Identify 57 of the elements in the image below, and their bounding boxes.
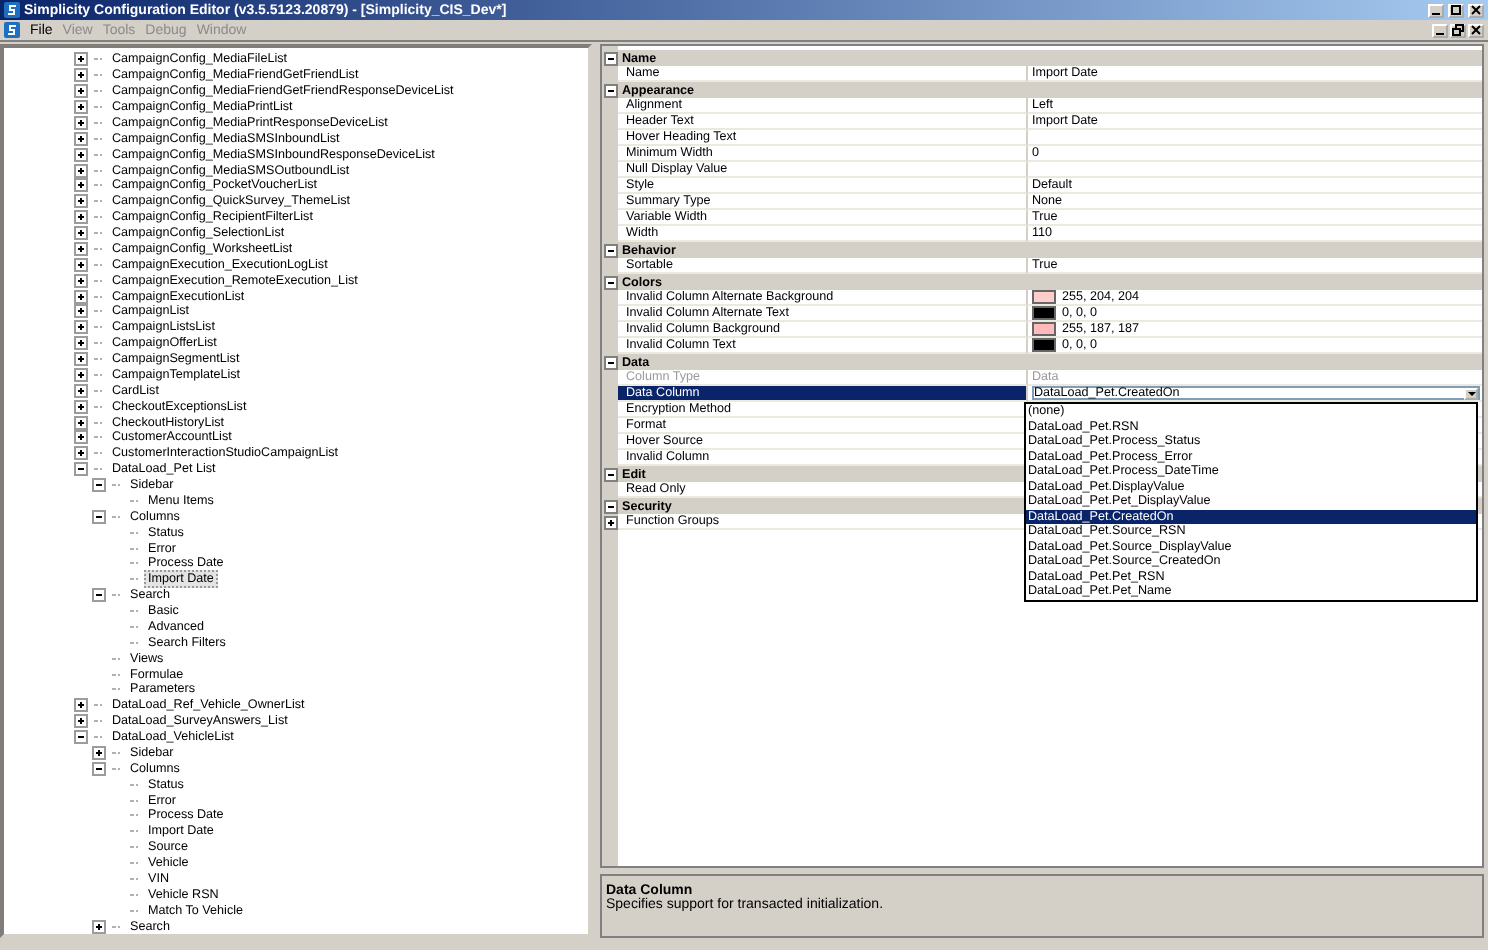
caret-icon	[1467, 391, 1475, 395]
expand-icon[interactable]	[92, 745, 106, 760]
expand-icon[interactable]	[92, 919, 106, 934]
expand-icon[interactable]	[74, 115, 88, 130]
collapse-icon[interactable]	[603, 355, 617, 369]
expand-icon[interactable]	[74, 131, 88, 146]
expand-icon[interactable]	[74, 367, 88, 382]
collapse-icon[interactable]	[92, 478, 106, 493]
expand-icon[interactable]	[74, 100, 88, 115]
expand-icon[interactable]	[74, 194, 88, 209]
collapse-icon[interactable]	[603, 499, 617, 513]
expand-icon[interactable]	[74, 399, 88, 414]
dropdown-button[interactable]	[1464, 387, 1478, 399]
expand-icon[interactable]	[74, 383, 88, 398]
collapse-icon[interactable]	[74, 462, 88, 477]
expand-icon[interactable]	[74, 714, 88, 729]
collapse-icon[interactable]	[603, 243, 617, 257]
collapse-icon[interactable]	[92, 761, 106, 776]
close-icon	[1470, 4, 1482, 16]
collapse-icon[interactable]	[603, 275, 617, 289]
collapse-icon[interactable]	[603, 51, 617, 65]
expand-icon[interactable]	[74, 289, 88, 304]
collapse-icon[interactable]	[603, 83, 617, 97]
expand-icon[interactable]	[74, 241, 88, 256]
maximize-button[interactable]	[1448, 3, 1464, 17]
expand-icon[interactable]	[603, 515, 617, 529]
close-button[interactable]	[1468, 3, 1484, 17]
minimize-button[interactable]	[1432, 23, 1448, 37]
expand-icon[interactable]	[74, 210, 88, 225]
expand-icon[interactable]	[74, 446, 88, 461]
minimize-button[interactable]	[1428, 3, 1444, 17]
expand-icon[interactable]	[74, 178, 88, 193]
close-icon	[1470, 24, 1482, 36]
collapse-icon[interactable]	[74, 730, 88, 745]
expand-icon[interactable]	[74, 226, 88, 241]
app-icon	[4, 22, 20, 38]
expand-icon[interactable]	[74, 68, 88, 83]
expand-icon[interactable]	[74, 415, 88, 430]
expand-icon[interactable]	[74, 698, 88, 713]
expand-icon[interactable]	[74, 430, 88, 445]
expand-icon[interactable]	[74, 52, 88, 67]
maximize-icon	[1450, 4, 1462, 16]
expand-icon[interactable]	[74, 273, 88, 288]
collapse-icon[interactable]	[603, 467, 617, 481]
app-icon	[4, 2, 20, 18]
collapse-icon[interactable]	[92, 588, 106, 603]
expand-icon[interactable]	[74, 304, 88, 319]
expand-icon[interactable]	[74, 257, 88, 272]
restore-button[interactable]	[1450, 23, 1466, 37]
expand-icon[interactable]	[74, 163, 88, 178]
collapse-icon[interactable]	[92, 509, 106, 524]
expand-icon[interactable]	[74, 147, 88, 162]
expand-icon[interactable]	[74, 336, 88, 351]
expand-icon[interactable]	[74, 320, 88, 335]
expand-icon[interactable]	[74, 352, 88, 367]
expand-icon[interactable]	[74, 84, 88, 99]
close-button[interactable]	[1468, 23, 1484, 37]
